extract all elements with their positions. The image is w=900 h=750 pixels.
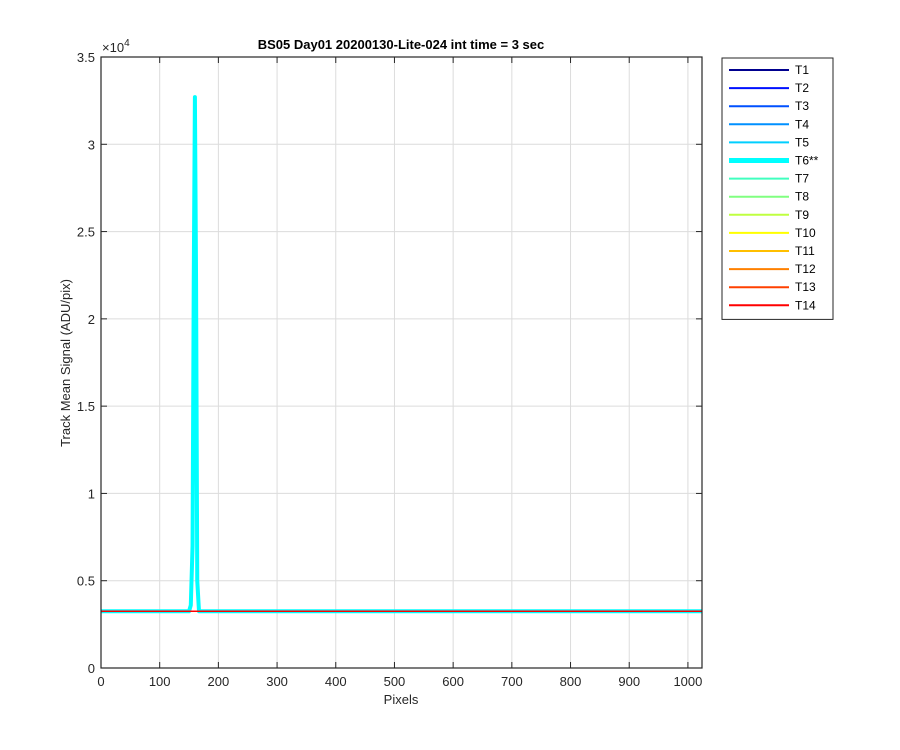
legend-label: T13: [795, 280, 816, 294]
x-tick-label: 700: [501, 674, 523, 689]
legend-label: T10: [795, 226, 816, 240]
legend-label: T7: [795, 172, 809, 186]
chart-legend[interactable]: T1 T2 T3 T4 T5 T6** T7 T8 T9 T10 T11 T12 T13 T14: [721, 57, 834, 320]
y-tick-label: 3.5: [77, 50, 95, 65]
y-exponent-base: ×10: [102, 40, 124, 55]
x-tick-label: 900: [618, 674, 640, 689]
legend-label: T11: [795, 244, 815, 258]
legend-label: T8: [795, 190, 809, 204]
legend-label: T2: [795, 81, 809, 95]
legend-label: T1: [795, 63, 809, 77]
legend-label: T3: [795, 99, 809, 113]
legend-label: T6**: [795, 154, 819, 168]
chart-title: BS05 Day01 20200130-Lite-024 int time = …: [258, 37, 545, 52]
x-axis-label: Pixels: [384, 692, 419, 707]
y-tick-label: 2: [88, 312, 95, 327]
x-tick-label: 0: [97, 674, 104, 689]
x-tick-label: 500: [384, 674, 406, 689]
legend-label: T4: [795, 117, 809, 131]
legend-label: T9: [795, 208, 809, 222]
x-tick-label: 800: [560, 674, 582, 689]
y-tick-label: 1: [88, 486, 95, 501]
x-tick-label: 400: [325, 674, 347, 689]
y-tick-label: 0.5: [77, 574, 95, 589]
legend-box: [721, 57, 834, 320]
x-tick-label: 200: [208, 674, 230, 689]
y-tick-label: 1.5: [77, 399, 95, 414]
legend-label: T12: [795, 262, 816, 276]
y-tick-label: 2.5: [77, 225, 95, 240]
y-axis-label: Track Mean Signal (ADU/pix): [58, 279, 73, 447]
y-tick-label: 3: [88, 137, 95, 152]
x-tick-label: 1000: [673, 674, 702, 689]
x-tick-label: 600: [442, 674, 464, 689]
y-exponent-power: 4: [124, 38, 130, 49]
chart-figure: 0 100 200 300 400 500 600 700 800 900 1000 0 0.5 1 1.5…: [0, 0, 900, 750]
legend-label: T14: [795, 298, 816, 312]
x-tick-label: 300: [266, 674, 288, 689]
y-tick-label: 0: [88, 661, 95, 676]
legend-label: T5: [795, 135, 809, 149]
x-tick-label: 100: [149, 674, 171, 689]
